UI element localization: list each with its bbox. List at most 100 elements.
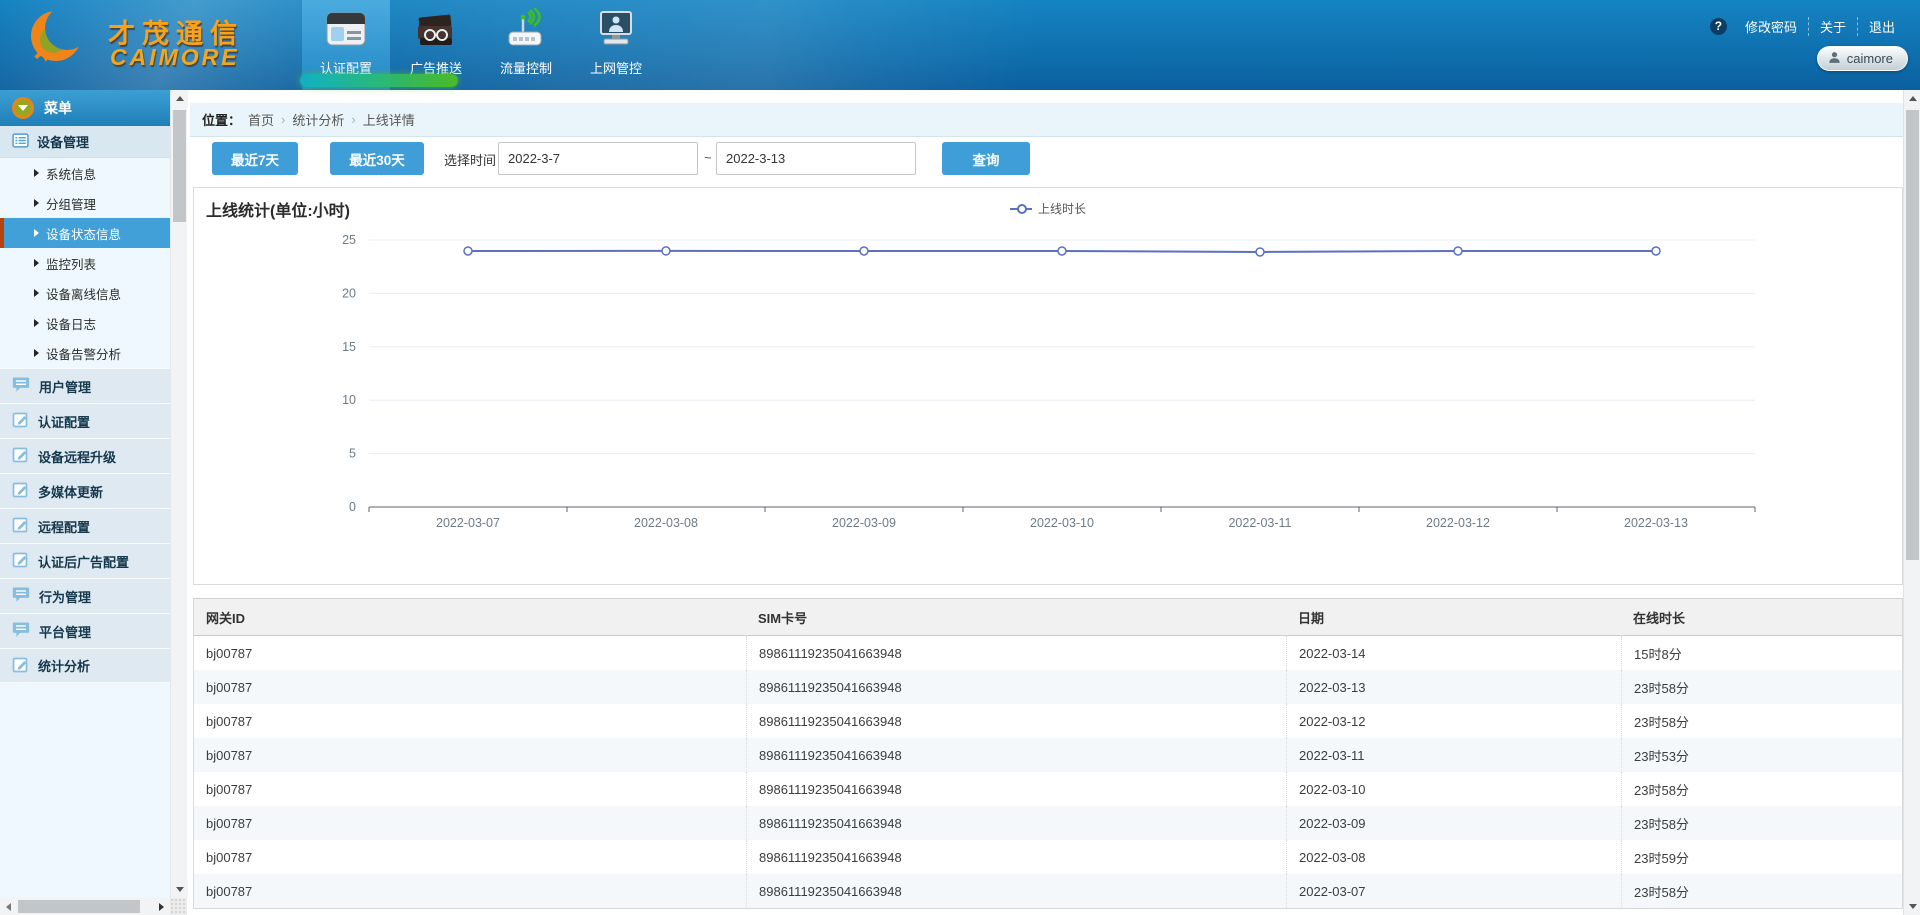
menu-toggle-icon bbox=[12, 97, 34, 119]
svg-text:25: 25 bbox=[342, 233, 356, 247]
arrow-right-icon bbox=[34, 349, 39, 357]
scroll-up-icon[interactable] bbox=[171, 90, 188, 107]
sidebar-item-system-info[interactable]: 系统信息 bbox=[0, 158, 170, 188]
table-cell: bj00787 bbox=[194, 840, 746, 874]
main-vscroll-thumb[interactable] bbox=[1906, 110, 1919, 560]
arrow-right-icon bbox=[34, 229, 39, 237]
data-point[interactable] bbox=[662, 247, 670, 255]
svg-text:10: 10 bbox=[342, 393, 356, 407]
breadcrumb-item[interactable]: 首页 bbox=[248, 110, 274, 129]
sidebar-vertical-scrollbar[interactable] bbox=[170, 90, 187, 898]
sidebar-item-post-auth-ad-config[interactable]: 认证后广告配置 bbox=[0, 543, 170, 578]
sidebar-item-device-offline[interactable]: 设备离线信息 bbox=[0, 278, 170, 308]
main-vertical-scrollbar[interactable] bbox=[1903, 90, 1920, 915]
logout-link[interactable]: 退出 bbox=[1857, 17, 1906, 36]
last-7-days-button[interactable]: 最近7天 bbox=[212, 142, 298, 175]
about-link[interactable]: 关于 bbox=[1808, 17, 1857, 36]
end-date-input[interactable] bbox=[716, 142, 916, 175]
sidebar-item-label: 行为管理 bbox=[39, 587, 91, 606]
sidebar-horizontal-scrollbar[interactable] bbox=[0, 898, 170, 915]
scroll-up-icon[interactable] bbox=[1904, 90, 1920, 107]
sidebar-item-device-alarm[interactable]: 设备告警分析 bbox=[0, 338, 170, 368]
sidebar-item-user-mgmt[interactable]: 用户管理 bbox=[0, 368, 170, 403]
sidebar-item-stats-analysis[interactable]: 统计分析 bbox=[0, 648, 170, 683]
sidebar-menu-header[interactable]: 菜单 bbox=[0, 90, 170, 126]
breadcrumb-item[interactable]: 上线详情 bbox=[363, 110, 415, 129]
scroll-down-icon[interactable] bbox=[1904, 898, 1920, 915]
sidebar-item-label: 平台管理 bbox=[39, 622, 91, 641]
scroll-right-icon[interactable] bbox=[153, 898, 170, 915]
sidebar-menu-title: 菜单 bbox=[44, 98, 72, 118]
data-point[interactable] bbox=[1058, 247, 1066, 255]
table-cell: 89861119235041663948 bbox=[746, 772, 1286, 806]
help-icon[interactable]: ? bbox=[1710, 18, 1727, 35]
sidebar-item-remote-config[interactable]: 远程配置 bbox=[0, 508, 170, 543]
net-monitor-icon bbox=[572, 8, 660, 56]
svg-text:5: 5 bbox=[349, 447, 356, 461]
sidebar-item-monitor-list[interactable]: 监控列表 bbox=[0, 248, 170, 278]
legend-series-name: 上线时长 bbox=[1038, 200, 1086, 217]
query-button[interactable]: 查询 bbox=[942, 142, 1030, 175]
sidebar-item-label: 监控列表 bbox=[46, 254, 96, 273]
scroll-down-icon[interactable] bbox=[171, 881, 188, 898]
table-row[interactable]: bj00787898611192350416639482022-03-0723时… bbox=[194, 874, 1902, 908]
table-cell: 23时58分 bbox=[1621, 670, 1902, 704]
start-date-input[interactable] bbox=[498, 142, 698, 175]
data-point[interactable] bbox=[860, 247, 868, 255]
chart-legend[interactable]: 上线时长 bbox=[194, 200, 1902, 217]
data-point[interactable] bbox=[464, 247, 472, 255]
table-cell: 89861119235041663948 bbox=[746, 670, 1286, 704]
sidebar-item-group-mgmt[interactable]: 分组管理 bbox=[0, 188, 170, 218]
sidebar-vscroll-thumb[interactable] bbox=[173, 110, 186, 222]
svg-text:2022-03-08: 2022-03-08 bbox=[634, 516, 698, 530]
table-row[interactable]: bj00787898611192350416639482022-03-1323时… bbox=[194, 670, 1902, 704]
sidebar-item-platform-mgmt[interactable]: 平台管理 bbox=[0, 613, 170, 648]
change-password-link[interactable]: 修改密码 bbox=[1734, 17, 1808, 36]
sidebar-item-multimedia-update[interactable]: 多媒体更新 bbox=[0, 473, 170, 508]
table-cell: 89861119235041663948 bbox=[746, 636, 1286, 670]
table-cell: bj00787 bbox=[194, 670, 746, 704]
sidebar-item-auth-config[interactable]: 认证配置 bbox=[0, 403, 170, 438]
sidebar-item-device-remote-upgrade[interactable]: 设备远程升级 bbox=[0, 438, 170, 473]
breadcrumb: 位置： 首页›统计分析›上线详情 bbox=[190, 103, 1903, 137]
nav-tab-net-control[interactable]: 上网管控 bbox=[572, 0, 660, 90]
table-row[interactable]: bj00787898611192350416639482022-03-1023时… bbox=[194, 772, 1902, 806]
table-row[interactable]: bj00787898611192350416639482022-03-1415时… bbox=[194, 636, 1902, 670]
person-icon bbox=[1828, 51, 1841, 67]
column-header: 网关ID bbox=[194, 599, 746, 635]
data-point[interactable] bbox=[1454, 247, 1462, 255]
sidebar-item-label: 多媒体更新 bbox=[38, 482, 103, 501]
sidebar-hscroll-thumb[interactable] bbox=[18, 900, 140, 913]
svg-text:2022-03-10: 2022-03-10 bbox=[1030, 516, 1094, 530]
sidebar-item-device-log[interactable]: 设备日志 bbox=[0, 308, 170, 338]
svg-text:20: 20 bbox=[342, 286, 356, 300]
nav-tab-traffic-control[interactable]: 流量控制 bbox=[482, 0, 570, 90]
online-stats-chart-panel: 05101520252022-03-072022-03-082022-03-09… bbox=[193, 187, 1903, 585]
sidebar-item-behavior-mgmt[interactable]: 行为管理 bbox=[0, 578, 170, 613]
table-cell: 23时58分 bbox=[1621, 874, 1902, 908]
edit-icon bbox=[12, 656, 29, 676]
breadcrumb-item[interactable]: 统计分析 bbox=[292, 110, 344, 129]
svg-text:2022-03-13: 2022-03-13 bbox=[1624, 516, 1688, 530]
nav-tab-label: 上网管控 bbox=[590, 58, 642, 77]
list-icon bbox=[12, 132, 29, 152]
arrow-right-icon bbox=[34, 289, 39, 297]
table-row[interactable]: bj00787898611192350416639482022-03-0923时… bbox=[194, 806, 1902, 840]
legend-marker-icon bbox=[1010, 208, 1032, 210]
data-point[interactable] bbox=[1652, 247, 1660, 255]
table-cell: 89861119235041663948 bbox=[746, 840, 1286, 874]
table-cell: 2022-03-09 bbox=[1286, 806, 1621, 840]
user-pill[interactable]: caimore bbox=[1817, 46, 1908, 71]
arrow-right-icon bbox=[34, 259, 39, 267]
table-row[interactable]: bj00787898611192350416639482022-03-1123时… bbox=[194, 738, 1902, 772]
scroll-left-icon[interactable] bbox=[0, 898, 17, 915]
breadcrumb-separator: › bbox=[281, 112, 285, 127]
data-point[interactable] bbox=[1256, 248, 1264, 256]
table-cell: 23时58分 bbox=[1621, 704, 1902, 738]
last-30-days-button[interactable]: 最近30天 bbox=[330, 142, 424, 175]
table-row[interactable]: bj00787898611192350416639482022-03-1223时… bbox=[194, 704, 1902, 738]
table-row[interactable]: bj00787898611192350416639482022-03-0823时… bbox=[194, 840, 1902, 874]
sidebar-group-device-mgmt[interactable]: 设备管理 bbox=[0, 126, 170, 158]
sidebar-item-device-status[interactable]: 设备状态信息 bbox=[0, 218, 170, 248]
svg-text:2022-03-11: 2022-03-11 bbox=[1228, 516, 1291, 530]
